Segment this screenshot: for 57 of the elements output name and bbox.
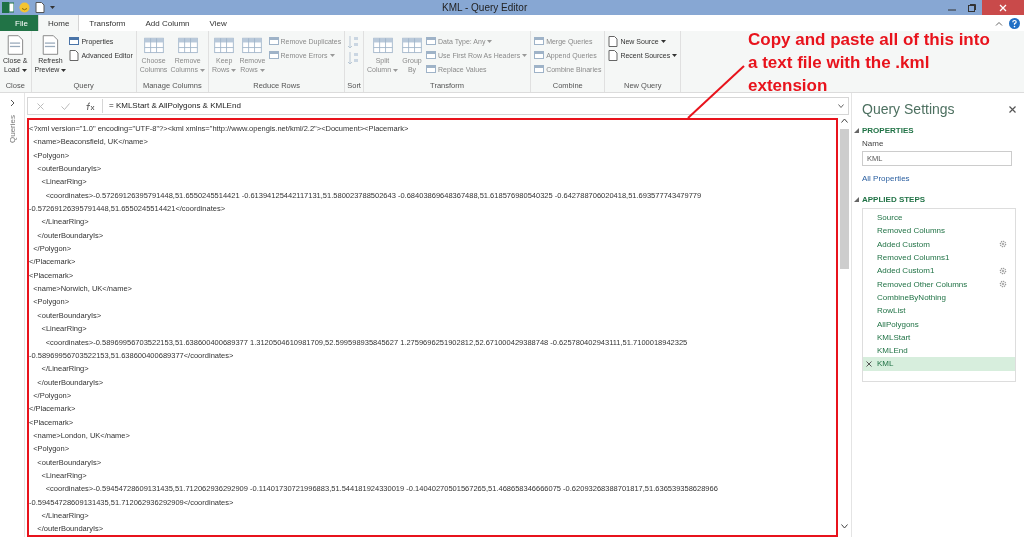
gear-icon[interactable] bbox=[999, 240, 1007, 249]
all-properties-link[interactable]: All Properties bbox=[862, 174, 1016, 183]
annotation-text: a text file with the .kml bbox=[748, 52, 930, 74]
field-label: Name bbox=[862, 139, 885, 148]
step-item[interactable]: AllPolygons bbox=[863, 317, 1015, 331]
smiley-icon[interactable] bbox=[19, 2, 30, 13]
collapse-triangle-icon[interactable] bbox=[854, 197, 859, 202]
caret-icon bbox=[50, 6, 55, 9]
collapse-triangle-icon[interactable] bbox=[854, 128, 859, 133]
table-icon bbox=[268, 50, 279, 60]
section-heading: APPLIED STEPS bbox=[862, 195, 926, 204]
table-icon bbox=[534, 50, 545, 60]
table-icon bbox=[268, 36, 279, 46]
gear-icon[interactable] bbox=[999, 266, 1007, 275]
scroll-down-icon[interactable] bbox=[841, 524, 848, 529]
step-item[interactable]: RowList bbox=[863, 304, 1015, 318]
scrollbar-thumb[interactable] bbox=[840, 129, 849, 269]
document-icon bbox=[608, 35, 619, 47]
step-item[interactable]: Removed Columns bbox=[863, 224, 1015, 238]
document-icon bbox=[69, 49, 80, 61]
close-icon[interactable] bbox=[1009, 105, 1016, 113]
step-item[interactable]: KMLStart bbox=[863, 330, 1015, 344]
window-title: KML - Query Editor bbox=[442, 2, 529, 13]
table-icon bbox=[534, 36, 545, 46]
step-item[interactable]: Added Custom bbox=[863, 237, 1015, 251]
step-item[interactable]: CombineByNothing bbox=[863, 290, 1015, 305]
queries-pane-label[interactable]: Queries bbox=[7, 115, 17, 143]
restore-icon bbox=[968, 3, 976, 12]
step-item[interactable]: Source bbox=[863, 211, 1015, 225]
delete-icon[interactable] bbox=[866, 360, 872, 367]
file-tab[interactable]: File bbox=[0, 15, 38, 31]
annotation-text: Copy and paste all of this into bbox=[748, 29, 990, 51]
step-item[interactable]: Removed Other Columns bbox=[863, 277, 1015, 291]
document-icon bbox=[608, 49, 619, 61]
close-icon bbox=[999, 3, 1007, 12]
step-item[interactable]: KMLEnd bbox=[863, 343, 1015, 358]
table-icon bbox=[534, 64, 545, 74]
section-heading: PROPERTIES bbox=[862, 126, 914, 135]
document-icon[interactable] bbox=[35, 2, 45, 13]
step-item[interactable]: Removed Columns1 bbox=[863, 250, 1015, 265]
sort-icon bbox=[347, 51, 360, 65]
step-item[interactable]: KML bbox=[863, 357, 1015, 371]
ribbon-tab[interactable]: Home bbox=[38, 15, 80, 31]
table-icon bbox=[426, 64, 437, 74]
spreadsheet-icon bbox=[2, 2, 14, 13]
table-icon bbox=[426, 36, 437, 46]
gear-icon[interactable] bbox=[999, 280, 1007, 289]
expand-icon[interactable] bbox=[9, 99, 15, 107]
help-icon[interactable] bbox=[1009, 17, 1020, 29]
sort-icon bbox=[347, 35, 360, 49]
annotation-text: extension bbox=[748, 75, 828, 97]
table-icon bbox=[69, 36, 80, 46]
table-icon bbox=[426, 50, 437, 60]
collapse-icon[interactable] bbox=[995, 20, 1003, 26]
scroll-up-icon[interactable] bbox=[841, 118, 848, 123]
panel-title: Query Settings bbox=[862, 101, 955, 117]
step-item[interactable]: Added Custom1 bbox=[863, 264, 1015, 278]
